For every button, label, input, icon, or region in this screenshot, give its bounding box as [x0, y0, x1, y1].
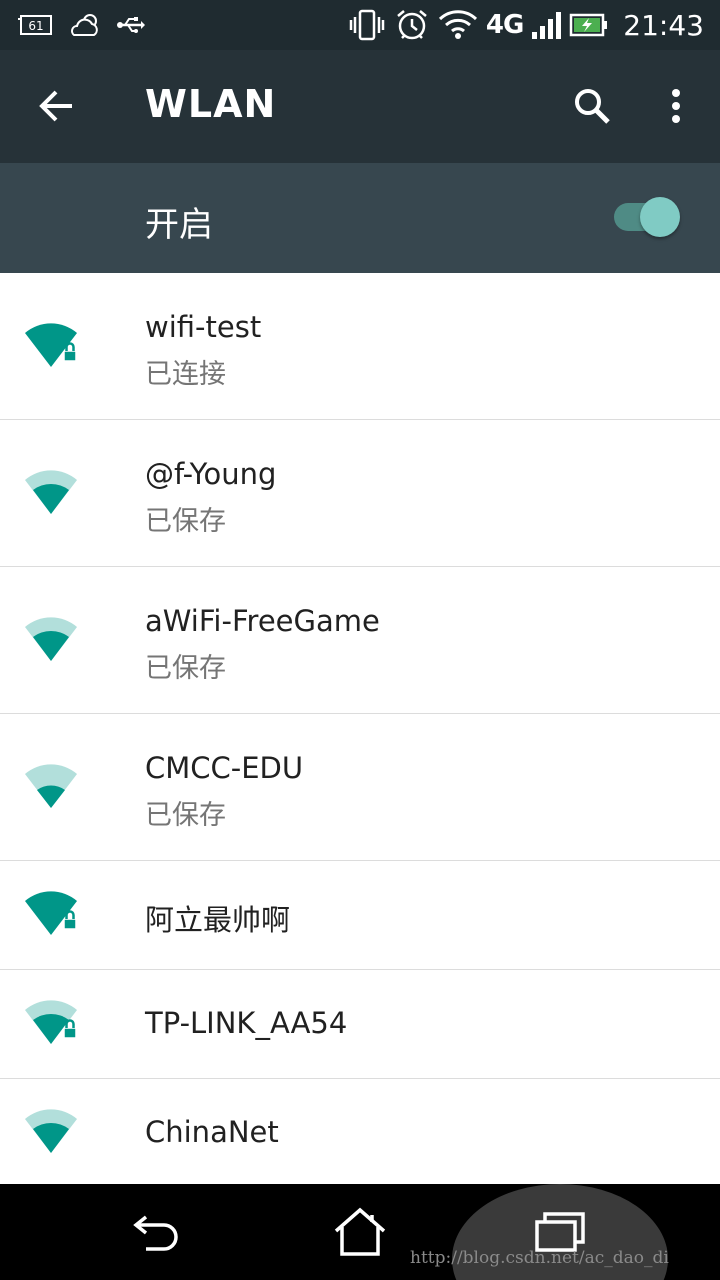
- network-item-awifi-freegame[interactable]: aWiFi-FreeGame 已保存: [0, 567, 720, 714]
- search-button[interactable]: [564, 78, 620, 134]
- app-bar: WLAN: [0, 50, 720, 163]
- usb-icon: [116, 14, 146, 36]
- nav-home-button[interactable]: [328, 1202, 392, 1262]
- network-status: 已连接: [145, 359, 226, 390]
- page-title: WLAN: [145, 82, 277, 126]
- status-left-icons: 61: [18, 8, 146, 42]
- status-clock: 21:43: [623, 8, 704, 42]
- network-status: 已保存: [145, 800, 226, 831]
- notification-count: 61: [28, 19, 43, 33]
- wlan-switch-label: 开启: [145, 205, 213, 245]
- battery-charging-icon: [569, 12, 609, 38]
- network-name: ChinaNet: [145, 1115, 279, 1149]
- arrow-back-icon: [39, 90, 72, 122]
- wifi-medium-locked-icon: [25, 1000, 77, 1044]
- wifi-full-locked-icon: [25, 323, 77, 367]
- network-name: aWiFi-FreeGame: [145, 604, 380, 638]
- network-item-ali[interactable]: 阿立最帅啊: [0, 861, 720, 970]
- wifi-signal-icon: [438, 9, 478, 41]
- vibrate-icon: [348, 8, 386, 42]
- network-item-chinanet[interactable]: ChinaNet: [0, 1079, 720, 1188]
- alarm-icon: [394, 8, 430, 42]
- network-status: 已保存: [145, 653, 226, 684]
- more-options-button[interactable]: [648, 78, 704, 134]
- nav-back-icon: [133, 1215, 178, 1251]
- search-icon: [575, 89, 610, 124]
- network-type-label: 4G: [485, 10, 524, 40]
- cell-signal-icon: [531, 10, 562, 40]
- wlan-settings-screen: 61 4G 21:43 WLAN 开启 wifi-test 已连接 @f-You…: [0, 0, 720, 1280]
- network-name: wifi-test: [145, 310, 262, 344]
- wifi-low-icon: [25, 764, 77, 808]
- network-status: 已保存: [145, 506, 226, 537]
- wlan-switch-bar[interactable]: 开启: [0, 163, 720, 273]
- network-name: 阿立最帅啊: [145, 903, 291, 937]
- status-bar: 61 4G 21:43: [0, 0, 720, 50]
- network-name: @f-Young: [145, 457, 277, 491]
- watermark-text: http://blog.csdn.net/ac_dao_di: [410, 1248, 669, 1268]
- wifi-full-locked-icon: [25, 891, 77, 935]
- wifi-medium-icon: [25, 1109, 77, 1153]
- navigation-bar: http://blog.csdn.net/ac_dao_di: [0, 1184, 720, 1280]
- status-right-icons: 4G 21:43: [348, 8, 704, 42]
- more-vertical-icon: [672, 89, 680, 123]
- network-name: CMCC-EDU: [145, 751, 304, 785]
- back-button[interactable]: [28, 78, 84, 134]
- wlan-toggle-thumb[interactable]: [640, 197, 680, 237]
- network-name: TP-LINK_AA54: [145, 1006, 348, 1040]
- notification-count-icon: 61: [18, 13, 54, 37]
- wifi-medium-icon: [25, 470, 77, 514]
- network-item-wifi-test[interactable]: wifi-test 已连接: [0, 273, 720, 420]
- wifi-medium-icon: [25, 617, 77, 661]
- network-item-cmcc-edu[interactable]: CMCC-EDU 已保存: [0, 714, 720, 861]
- nav-back-button[interactable]: [126, 1202, 190, 1262]
- weather-cloud-sun-icon: [68, 11, 102, 39]
- network-item-f-young[interactable]: @f-Young 已保存: [0, 420, 720, 567]
- network-list: wifi-test 已连接 @f-Young 已保存 aWiFi-FreeGam…: [0, 273, 720, 1188]
- nav-home-icon: [334, 1207, 386, 1256]
- network-item-tp-link-aa54[interactable]: TP-LINK_AA54: [0, 970, 720, 1079]
